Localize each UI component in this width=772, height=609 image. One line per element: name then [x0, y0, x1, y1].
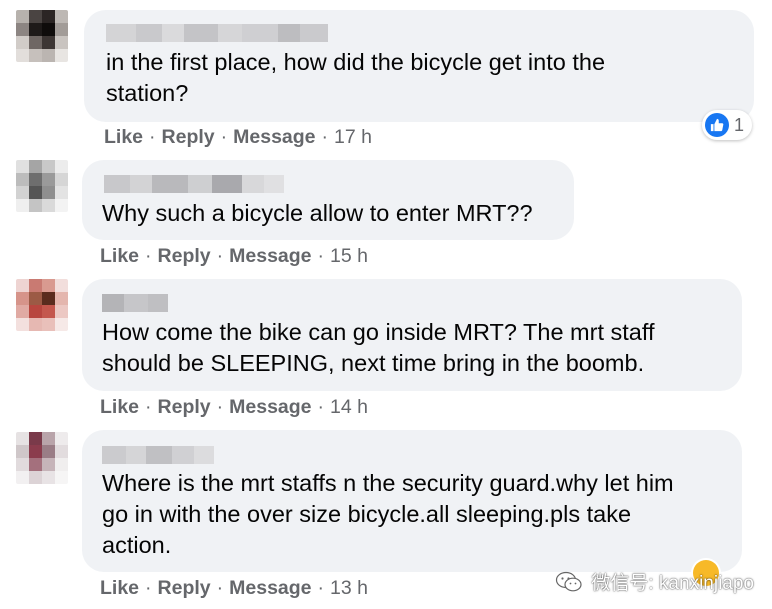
reply-link[interactable]: Reply: [158, 577, 211, 599]
watermark-text: 微信号: kanxinjiapo: [591, 573, 754, 594]
like-link[interactable]: Like: [100, 245, 139, 267]
reaction-badge[interactable]: 1: [702, 110, 753, 140]
separator: ·: [216, 577, 224, 599]
separator: ·: [216, 396, 224, 418]
timestamp[interactable]: 17 h: [334, 126, 372, 148]
comment-actions: Like · Reply · Message · 13 h: [100, 577, 368, 600]
message-link[interactable]: Message: [229, 577, 311, 599]
message-link[interactable]: Message: [229, 245, 311, 267]
separator: ·: [317, 245, 325, 267]
message-link[interactable]: Message: [233, 126, 315, 148]
reaction-count: 1: [734, 114, 745, 135]
separator: ·: [145, 577, 152, 599]
comment-text-line: Where is the mrt staffs n the security g…: [102, 470, 674, 496]
comment-text-line: should be SLEEPING, next time bring in t…: [102, 350, 645, 376]
like-link[interactable]: Like: [100, 396, 139, 418]
timestamp[interactable]: 14 h: [330, 396, 368, 418]
separator: ·: [149, 126, 156, 148]
separator: ·: [317, 396, 325, 418]
reply-link[interactable]: Reply: [158, 396, 211, 418]
separator: ·: [216, 245, 224, 267]
comment-actions: Like · Reply · Message · 14 h: [100, 396, 368, 419]
reply-link[interactable]: Reply: [162, 126, 215, 148]
comment-actions: Like · Reply · Message · 15 h: [100, 245, 368, 268]
separator: ·: [321, 126, 329, 148]
author-name-blurred[interactable]: [106, 24, 328, 42]
avatar[interactable]: [16, 279, 68, 331]
reply-link[interactable]: Reply: [158, 245, 211, 267]
comment-actions: Like · Reply · Message · 17 h: [104, 126, 372, 149]
author-name-blurred[interactable]: [102, 294, 168, 312]
message-link[interactable]: Message: [229, 396, 311, 418]
separator: ·: [145, 396, 152, 418]
like-thumb-icon: [705, 113, 729, 137]
author-name-blurred[interactable]: [104, 175, 284, 193]
wechat-icon: [556, 571, 582, 591]
separator: ·: [220, 126, 228, 148]
wechat-watermark: 微信号: kanxinjiapo: [555, 568, 754, 595]
separator: ·: [317, 577, 325, 599]
comment-text-line: action.: [102, 532, 172, 558]
avatar[interactable]: [16, 432, 68, 484]
timestamp[interactable]: 15 h: [330, 245, 368, 267]
like-link[interactable]: Like: [104, 126, 143, 148]
comment-text-line: How come the bike can go inside MRT? The…: [102, 319, 655, 345]
avatar[interactable]: [16, 160, 68, 212]
comment-text-line: station?: [106, 80, 189, 106]
comment-text-line: in the first place, how did the bicycle …: [106, 49, 606, 75]
comment-text-line: Why such a bicycle allow to enter MRT??: [102, 200, 533, 226]
like-link[interactable]: Like: [100, 577, 139, 599]
timestamp[interactable]: 13 h: [330, 577, 368, 599]
author-name-blurred[interactable]: [102, 446, 214, 464]
comment-text-line: go in with the over size bicycle.all sle…: [102, 501, 632, 527]
separator: ·: [145, 245, 152, 267]
avatar[interactable]: [16, 10, 68, 62]
